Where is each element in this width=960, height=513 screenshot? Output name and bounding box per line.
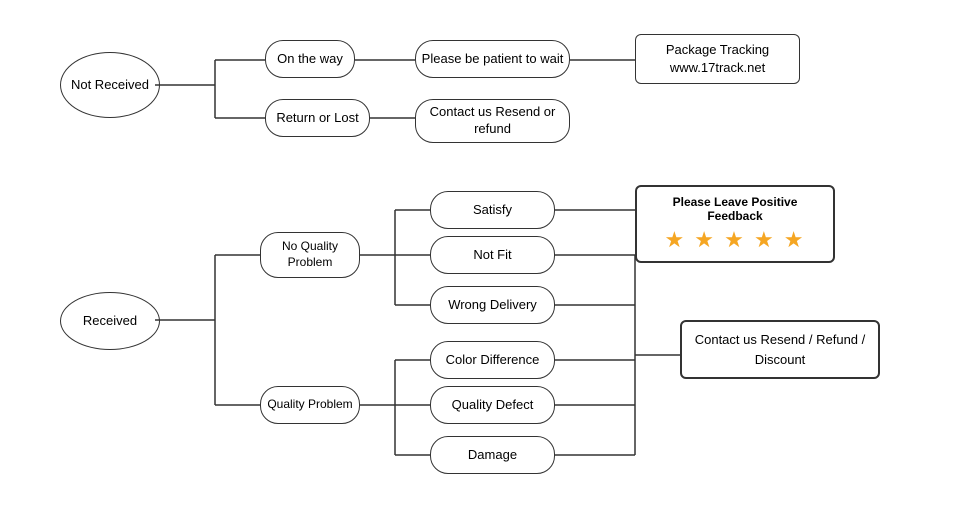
contact-resend-refund-node: Contact us Resend or refund [415, 99, 570, 143]
positive-feedback-text: Please Leave Positive Feedback [649, 195, 821, 223]
no-quality-problem-node: No Quality Problem [260, 232, 360, 278]
not-received-node: Not Received [60, 52, 160, 118]
quality-problem-node: Quality Problem [260, 386, 360, 424]
on-the-way-node: On the way [265, 40, 355, 78]
damage-node: Damage [430, 436, 555, 474]
star-rating: ★ ★ ★ ★ ★ [649, 227, 821, 253]
return-or-lost-node: Return or Lost [265, 99, 370, 137]
satisfy-node: Satisfy [430, 191, 555, 229]
diagram: Not Received On the way Return or Lost P… [0, 0, 960, 513]
package-tracking-node: Package Tracking www.17track.net [635, 34, 800, 84]
not-fit-node: Not Fit [430, 236, 555, 274]
positive-feedback-box: Please Leave Positive Feedback ★ ★ ★ ★ ★ [635, 185, 835, 263]
wrong-delivery-node: Wrong Delivery [430, 286, 555, 324]
quality-defect-node: Quality Defect [430, 386, 555, 424]
color-difference-node: Color Difference [430, 341, 555, 379]
contact-resend-refund2-box: Contact us Resend / Refund / Discount [680, 320, 880, 379]
patient-wait-node: Please be patient to wait [415, 40, 570, 78]
contact-resend-refund2-text: Contact us Resend / Refund / Discount [694, 330, 866, 369]
received-node: Received [60, 292, 160, 350]
